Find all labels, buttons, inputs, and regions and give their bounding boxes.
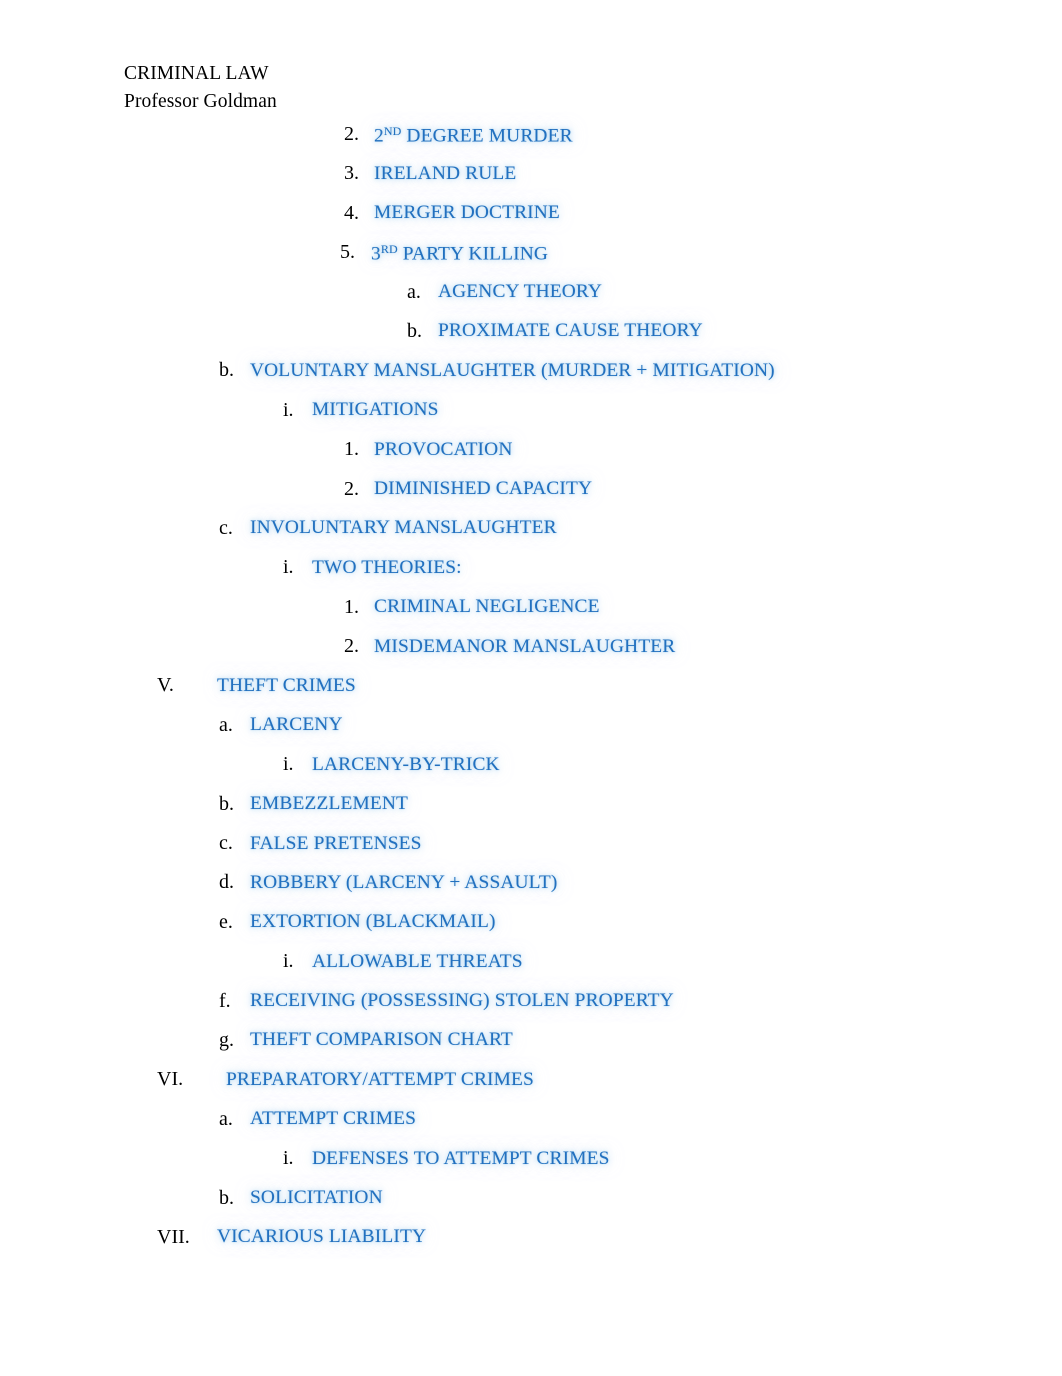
outline-item: 5. 3RD PARTY KILLING [0, 242, 1062, 281]
outline-item-label[interactable]: MERGER DOCTRINE [374, 203, 560, 223]
list-marker: 2. [344, 635, 359, 658]
outline-item: i. MITIGATIONS [0, 400, 1062, 439]
outline-item: 4. MERGER DOCTRINE [0, 203, 1062, 242]
outline-item: V. THEFT CRIMES [0, 675, 1062, 714]
list-marker: 4. [344, 201, 359, 224]
outline-item: i. ALLOWABLE THREATS [0, 951, 1062, 990]
outline-item-label[interactable]: 3RD PARTY KILLING [371, 243, 548, 264]
outline-item: b. VOLUNTARY MANSLAUGHTER (MURDER + MITI… [0, 360, 1062, 399]
list-marker: b. [407, 319, 422, 342]
list-marker: VI. [157, 1068, 184, 1091]
outline-item: VII. VICARIOUS LIABILITY [0, 1227, 1062, 1266]
outline-item: c. FALSE PRETENSES [0, 833, 1062, 872]
outline-item-label[interactable]: ATTEMPT CRIMES [250, 1109, 416, 1129]
outline-item: a. AGENCY THEORY [0, 282, 1062, 321]
list-marker: i. [283, 398, 294, 421]
outline-item-label[interactable]: DIMINISHED CAPACITY [374, 479, 592, 499]
list-marker: b. [219, 359, 234, 382]
outline-item-label[interactable]: ALLOWABLE THREATS [312, 951, 523, 971]
list-marker: d. [219, 871, 234, 894]
list-marker: c. [219, 516, 233, 539]
outline-item-label[interactable]: FALSE PRETENSES [250, 833, 422, 853]
list-marker: 1. [344, 595, 359, 618]
list-marker: i. [283, 753, 294, 776]
list-marker: g. [219, 1028, 234, 1051]
outline-item-label[interactable]: VOLUNTARY MANSLAUGHTER (MURDER + MITIGAT… [250, 360, 775, 380]
outline-item: 2. DIMINISHED CAPACITY [0, 479, 1062, 518]
document-header: CRIMINAL LAW Professor Goldman [124, 60, 277, 115]
list-marker: e. [219, 910, 233, 933]
professor-name: Professor Goldman [124, 90, 277, 112]
outline-item-label[interactable]: EXTORTION (BLACKMAIL) [250, 912, 496, 932]
list-marker: 2. [344, 123, 359, 145]
outline-item: VI. PREPARATORY/ATTEMPT CRIMES [0, 1069, 1062, 1108]
outline-item-label[interactable]: SOLICITATION [250, 1188, 383, 1208]
course-title: CRIMINAL LAW [124, 63, 269, 84]
document-page: CRIMINAL LAW Professor Goldman 2. 2ND DE… [0, 0, 1062, 1376]
list-marker: a. [407, 280, 421, 303]
outline-item: b. PROXIMATE CAUSE THEORY [0, 321, 1062, 360]
outline-item: 2. 2ND DEGREE MURDER [0, 124, 1062, 163]
list-marker: b. [219, 792, 234, 815]
outline-item: d. ROBBERY (LARCENY + ASSAULT) [0, 872, 1062, 911]
outline-item-label[interactable]: VICARIOUS LIABILITY [217, 1227, 426, 1247]
outline-item-label[interactable]: TWO THEORIES: [312, 557, 462, 577]
outline-item-label[interactable]: INVOLUNTARY MANSLAUGHTER [250, 518, 557, 538]
outline-item-label[interactable]: IRELAND RULE [374, 163, 516, 183]
outline-item-label[interactable]: AGENCY THEORY [438, 282, 602, 302]
list-marker: i. [283, 556, 294, 579]
outline-item: a. LARCENY [0, 715, 1062, 754]
outline-item-label[interactable]: PREPARATORY/ATTEMPT CRIMES [226, 1069, 534, 1089]
list-marker: 3. [344, 162, 359, 185]
outline-item-label[interactable]: LARCENY-BY-TRICK [312, 754, 500, 774]
outline-item: b. EMBEZZLEMENT [0, 794, 1062, 833]
outline-item: b. SOLICITATION [0, 1188, 1062, 1227]
list-marker: a. [219, 713, 233, 736]
list-marker: VII. [157, 1225, 190, 1248]
list-marker: a. [219, 1107, 233, 1130]
outline-item-label[interactable]: 2ND DEGREE MURDER [374, 124, 573, 146]
outline-item: 1. CRIMINAL NEGLIGENCE [0, 597, 1062, 636]
outline-item-label[interactable]: MISDEMANOR MANSLAUGHTER [374, 636, 675, 656]
outline-item: 1. PROVOCATION [0, 439, 1062, 478]
outline-item-label[interactable]: ROBBERY (LARCENY + ASSAULT) [250, 873, 558, 893]
outline-item-label[interactable]: CRIMINAL NEGLIGENCE [374, 597, 600, 617]
list-marker: i. [283, 1147, 294, 1170]
outline-item: c. INVOLUNTARY MANSLAUGHTER [0, 518, 1062, 557]
outline-item-label[interactable]: THEFT COMPARISON CHART [250, 1030, 513, 1050]
outline-item: i. DEFENSES TO ATTEMPT CRIMES [0, 1148, 1062, 1187]
outline-item: e. EXTORTION (BLACKMAIL) [0, 912, 1062, 951]
outline-item-label[interactable]: PROXIMATE CAUSE THEORY [438, 321, 703, 341]
list-marker: f. [219, 989, 231, 1012]
outline-item: a. ATTEMPT CRIMES [0, 1109, 1062, 1148]
list-marker: b. [219, 1186, 234, 1209]
outline-item: g. THEFT COMPARISON CHART [0, 1030, 1062, 1069]
list-marker: 2. [344, 477, 359, 500]
outline-item-label[interactable]: DEFENSES TO ATTEMPT CRIMES [312, 1148, 610, 1168]
outline-item: 2. MISDEMANOR MANSLAUGHTER [0, 636, 1062, 675]
list-marker: i. [283, 950, 294, 973]
outline-item-label[interactable]: LARCENY [250, 715, 343, 735]
outline-item: 3. IRELAND RULE [0, 163, 1062, 202]
list-marker: c. [219, 832, 233, 855]
outline-item-label[interactable]: THEFT CRIMES [217, 676, 356, 696]
outline-list: 2. 2ND DEGREE MURDER 3. IRELAND RULE 4. … [0, 124, 1062, 1266]
outline-item-label[interactable]: MITIGATIONS [312, 400, 439, 420]
list-marker: 5. [340, 241, 355, 264]
outline-item: i. LARCENY-BY-TRICK [0, 754, 1062, 793]
list-marker: 1. [344, 438, 359, 461]
list-marker: V. [157, 674, 174, 697]
outline-item: i. TWO THEORIES: [0, 557, 1062, 596]
outline-item-label[interactable]: PROVOCATION [374, 439, 512, 459]
outline-item-label[interactable]: EMBEZZLEMENT [250, 794, 408, 814]
outline-item-label[interactable]: RECEIVING (POSSESSING) STOLEN PROPERTY [250, 991, 674, 1011]
outline-item: f. RECEIVING (POSSESSING) STOLEN PROPERT… [0, 991, 1062, 1030]
